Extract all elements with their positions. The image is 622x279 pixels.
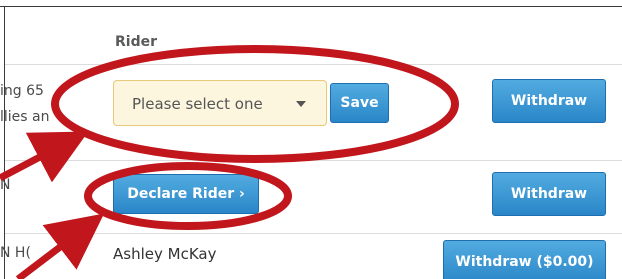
annotation-arrow-1	[0, 131, 89, 183]
withdraw-button[interactable]: Withdraw	[492, 79, 606, 123]
row-divider	[5, 160, 622, 161]
withdraw-with-amount-button[interactable]: Withdraw ($0.00)	[443, 240, 606, 279]
row-1-left-text-line-2: llies an	[0, 109, 50, 125]
top-border	[0, 6, 622, 7]
rider-select[interactable]: Please select one	[113, 80, 327, 126]
row-divider	[5, 233, 622, 234]
rider-select-value: Please select one	[132, 95, 263, 113]
rider-name: Ashley McKay	[113, 245, 217, 263]
row-3-left-text: N H(	[0, 245, 31, 261]
chevron-down-icon	[296, 101, 306, 107]
withdraw-button[interactable]: Withdraw	[492, 172, 606, 216]
row-2-left-text: N	[0, 177, 11, 193]
declare-rider-button[interactable]: Declare Rider ›	[113, 174, 259, 214]
save-button[interactable]: Save	[330, 83, 389, 123]
annotation-overlay	[0, 45, 459, 279]
row-divider	[5, 64, 622, 65]
left-border	[4, 6, 5, 279]
rider-column-header: Rider	[115, 34, 157, 50]
row-1-left-text-line-1: ing 65	[0, 83, 44, 99]
